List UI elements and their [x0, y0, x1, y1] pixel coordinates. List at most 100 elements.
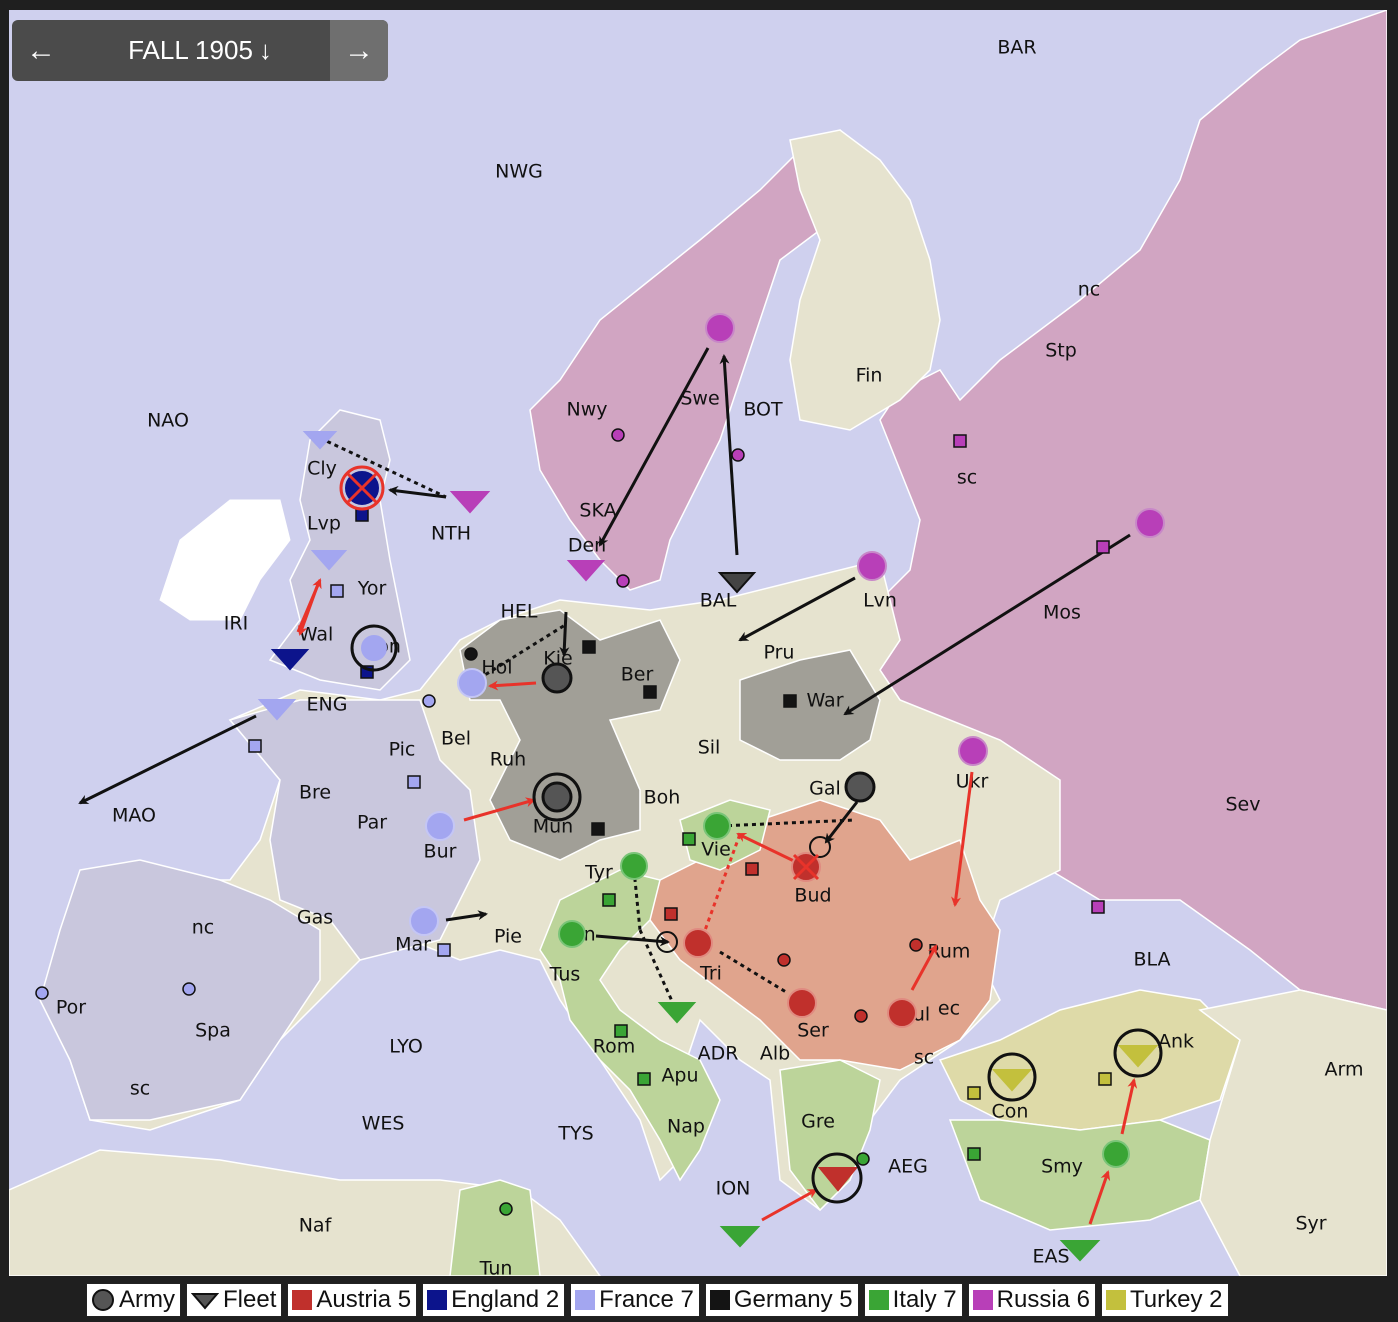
province-label-bla[interactable]: BLA: [1133, 949, 1170, 971]
color-swatch: [868, 1290, 889, 1310]
province-label-bot[interactable]: BOT: [743, 399, 783, 421]
province-label-nc[interactable]: nc: [192, 917, 215, 939]
supply-center: [614, 1024, 628, 1038]
phase-selector[interactable]: FALL 1905 ↓: [70, 20, 330, 81]
province-label-por[interactable]: Por: [56, 997, 86, 1019]
supply-center: [1098, 1072, 1112, 1086]
austria-army: [683, 928, 713, 958]
province-label-lyo[interactable]: LYO: [389, 1036, 423, 1058]
province-label-ec[interactable]: ec: [938, 998, 960, 1020]
province-label-con[interactable]: Con: [992, 1101, 1029, 1123]
province-label-nwg[interactable]: NWG: [495, 161, 543, 183]
phase-navigation: ← FALL 1905 ↓ →: [12, 20, 388, 81]
province-label-war[interactable]: War: [806, 690, 843, 712]
france-army: [409, 906, 439, 936]
province-label-sc[interactable]: sc: [130, 1078, 150, 1100]
province-label-smy[interactable]: Smy: [1041, 1156, 1083, 1178]
legend-label: Turkey 2: [1130, 1286, 1223, 1313]
province-label-bar[interactable]: BAR: [997, 37, 1036, 59]
province-label-tus[interactable]: Tus: [549, 964, 581, 986]
province-label-tun[interactable]: Tun: [479, 1258, 513, 1277]
province-label-sc[interactable]: sc: [957, 467, 977, 489]
province-label-gal[interactable]: Gal: [809, 778, 841, 800]
province-label-nao[interactable]: NAO: [147, 410, 189, 432]
province-label-pie[interactable]: Pie: [494, 926, 522, 948]
next-phase-button[interactable]: →: [330, 20, 388, 81]
province-label-nth[interactable]: NTH: [431, 523, 471, 545]
province-label-den[interactable]: Den: [568, 535, 606, 557]
province-label-sev[interactable]: Sev: [1226, 794, 1261, 816]
province-label-wes[interactable]: WES: [362, 1113, 405, 1135]
legend-label: Italy 7: [892, 1286, 957, 1313]
province-label-boh[interactable]: Boh: [644, 787, 681, 809]
supply-center: [422, 694, 436, 708]
province-label-ruh[interactable]: Ruh: [490, 749, 526, 771]
province-label-aeg[interactable]: AEG: [888, 1156, 928, 1178]
province-label-nap[interactable]: Nap: [667, 1116, 705, 1138]
map: BAR NWG nc Stp Fin NAO Nwy Swe BOT sc Cly NTH Lvp SKA…: [9, 10, 1387, 1276]
russia-army: [705, 313, 735, 343]
legend: Army Fleet Austria 5 England 2 France 7 Germa…: [86, 1283, 1229, 1317]
legend-label: Austria 5: [316, 1286, 412, 1313]
legend-item: Turkey 2: [1101, 1283, 1229, 1317]
province-label-cly[interactable]: Cly: [307, 458, 337, 480]
province-label-pic[interactable]: Pic: [389, 739, 416, 761]
supply-center: [745, 862, 759, 876]
province-label-gas[interactable]: Gas: [297, 907, 333, 929]
province-label-arm[interactable]: Arm: [1325, 1059, 1364, 1081]
province-label-alb[interactable]: Alb: [760, 1043, 790, 1065]
province-label-bre[interactable]: Bre: [299, 782, 331, 804]
province-label-lvp[interactable]: Lvp: [307, 513, 341, 535]
province-label-ser[interactable]: Ser: [797, 1020, 829, 1042]
supply-center: [602, 893, 616, 907]
province-label-eng[interactable]: ENG: [307, 694, 348, 716]
province-label-bud[interactable]: Bud: [794, 885, 831, 907]
province-label-tyr[interactable]: Tyr: [584, 862, 613, 884]
supply-center: [967, 1147, 981, 1161]
province-label-fin[interactable]: Fin: [856, 365, 883, 387]
province-label-stp[interactable]: Stp: [1045, 340, 1077, 362]
province-label-spa[interactable]: Spa: [195, 1020, 231, 1042]
province-label-lvn[interactable]: Lvn: [863, 590, 897, 612]
legend-item: England 2: [422, 1283, 566, 1317]
province-label-rom[interactable]: Rom: [593, 1036, 635, 1058]
province-label-mos[interactable]: Mos: [1043, 602, 1081, 624]
supply-center: [35, 986, 49, 1000]
province-label-iri[interactable]: IRI: [224, 613, 248, 635]
province-label-mar[interactable]: Mar: [395, 934, 431, 956]
province-label-naf[interactable]: Naf: [299, 1215, 333, 1237]
province-label-hel[interactable]: HEL: [501, 601, 538, 623]
previous-phase-button[interactable]: ←: [12, 20, 70, 81]
province-label-vie[interactable]: Vie: [701, 839, 731, 861]
province-label-bur[interactable]: Bur: [424, 841, 457, 863]
province-label-apu[interactable]: Apu: [661, 1065, 698, 1087]
province-label-pru[interactable]: Pru: [764, 642, 795, 664]
province-label-sc[interactable]: sc: [914, 1047, 934, 1069]
color-swatch: [427, 1290, 448, 1310]
province-label-sil[interactable]: Sil: [698, 737, 721, 759]
province-label-ank[interactable]: Ank: [1158, 1031, 1194, 1053]
province-label-nwy[interactable]: Nwy: [567, 399, 608, 421]
province-label-tys[interactable]: TYS: [557, 1123, 593, 1145]
province-label-mao[interactable]: MAO: [112, 805, 156, 827]
province-label-syr[interactable]: Syr: [1295, 1213, 1326, 1235]
province-label-gre[interactable]: Gre: [801, 1111, 835, 1133]
italy-army: [1102, 1140, 1130, 1168]
province-label-yor[interactable]: Yor: [357, 578, 387, 600]
province-label-adr[interactable]: ADR: [698, 1043, 739, 1065]
province-label-ber[interactable]: Ber: [621, 664, 654, 686]
province-label-bal[interactable]: BAL: [700, 590, 737, 612]
supply-center: [643, 685, 657, 699]
province-label-ion[interactable]: ION: [716, 1178, 751, 1200]
province-label-tri[interactable]: Tri: [699, 963, 722, 985]
province-label-par[interactable]: Par: [357, 812, 387, 834]
province-label-bel[interactable]: Bel: [441, 728, 471, 750]
france-army: [425, 811, 455, 841]
province-label-eas[interactable]: EAS: [1032, 1246, 1069, 1268]
arrow-right-icon: →: [344, 33, 374, 67]
province-label-ska[interactable]: SKA: [579, 500, 616, 522]
russia-army: [958, 736, 988, 766]
arrow-down-icon: ↓: [258, 35, 272, 65]
province-label-nc[interactable]: nc: [1078, 279, 1101, 301]
france-army: [361, 635, 387, 661]
